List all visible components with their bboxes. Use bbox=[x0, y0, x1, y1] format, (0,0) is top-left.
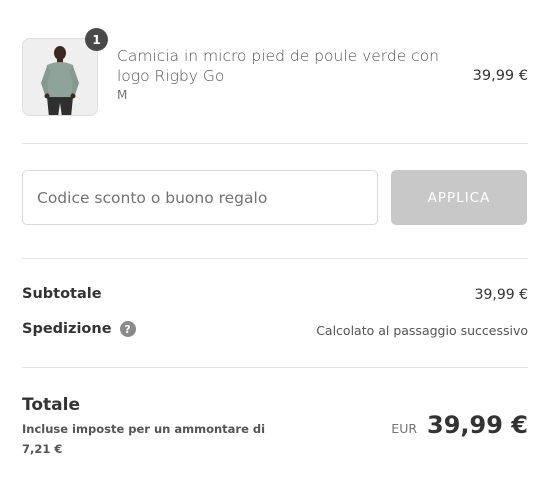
divider bbox=[22, 367, 528, 368]
shipping-label: Spedizione bbox=[22, 321, 112, 337]
shipping-row: Spedizione ? Calcolato al passaggio succ… bbox=[22, 321, 528, 343]
apply-discount-button[interactable]: APPLICA bbox=[391, 170, 527, 225]
product-thumbnail: 1 bbox=[22, 28, 108, 116]
product-info: Camicia in micro pied de poule verde con… bbox=[117, 46, 447, 102]
shipping-label-group: Spedizione ? bbox=[22, 321, 136, 337]
quantity-badge: 1 bbox=[85, 28, 108, 51]
cart-line-item: 1 Camicia in micro pied de poule verde c… bbox=[22, 28, 528, 118]
subtotal-value: 39,99 € bbox=[474, 287, 528, 303]
subtotal-row: Subtotale 39,99 € bbox=[22, 286, 528, 308]
discount-code-placeholder: Codice sconto o buono regalo bbox=[37, 188, 268, 207]
help-icon[interactable]: ? bbox=[119, 321, 136, 337]
apply-button-label: APPLICA bbox=[427, 189, 491, 206]
product-name: Camicia in micro pied de poule verde con… bbox=[117, 47, 440, 85]
divider bbox=[22, 258, 528, 259]
product-price: 39,99 € bbox=[472, 68, 528, 84]
discount-code-input[interactable]: Codice sconto o buono regalo bbox=[22, 170, 378, 225]
grand-total: 39,99 € bbox=[427, 411, 528, 439]
currency-code: EUR bbox=[391, 421, 418, 436]
divider bbox=[22, 143, 528, 144]
product-variant: M bbox=[117, 88, 128, 102]
total-amount-group: EUR 39,99 € bbox=[391, 411, 528, 439]
tax-note: Incluse imposte per un ammontare di 7,21… bbox=[22, 422, 266, 456]
product-image bbox=[23, 39, 97, 115]
total-label: Totale bbox=[22, 395, 80, 415]
shipping-value: Calcolato al passaggio successivo bbox=[316, 323, 528, 338]
subtotal-label: Subtotale bbox=[22, 286, 102, 302]
